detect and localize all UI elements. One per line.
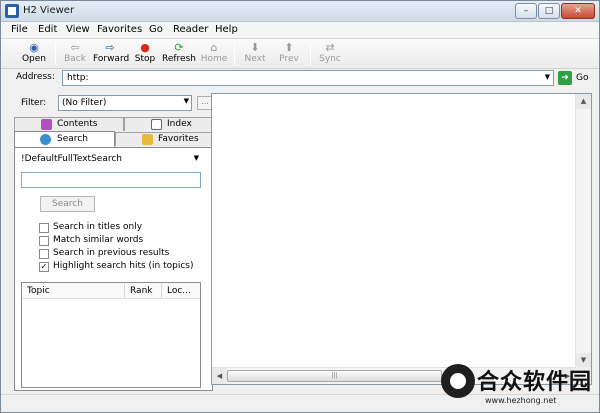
vertical-scrollbar[interactable]: ▲ ▼: [575, 94, 591, 368]
column-location[interactable]: Loc...: [167, 286, 191, 296]
watermark-url: www.hezhong.net: [485, 396, 557, 405]
filter-dropdown[interactable]: (No Filter) ▼: [58, 95, 192, 111]
filter-value: (No Filter): [62, 98, 107, 108]
up-arrow-icon: ⬆: [284, 41, 294, 54]
close-button[interactable]: ✕: [561, 3, 595, 19]
toolbar-separator: [55, 43, 56, 65]
page-icon: [151, 119, 162, 130]
search-type-value: !DefaultFullTextSearch: [21, 154, 123, 164]
refresh-icon: ⟳: [174, 41, 184, 54]
tab-favorites[interactable]: Favorites: [115, 132, 213, 146]
menu-view[interactable]: View: [66, 24, 90, 35]
search-results-list[interactable]: Topic Rank Loc...: [21, 282, 201, 388]
search-panel: !DefaultFullTextSearch ▼ Search Search i…: [14, 147, 213, 391]
results-header: Topic Rank Loc...: [22, 283, 200, 299]
chevron-down-icon: ▼: [193, 154, 199, 162]
column-rank[interactable]: Rank: [130, 286, 153, 296]
column-divider: [161, 284, 162, 298]
open-button[interactable]: ◉ Open: [17, 41, 51, 68]
checkbox[interactable]: [39, 249, 49, 259]
window-title: H2 Viewer: [23, 5, 75, 16]
menu-edit[interactable]: Edit: [38, 24, 57, 35]
forward-button[interactable]: ⇨ Forward: [93, 41, 129, 68]
home-icon: ⌂: [210, 41, 218, 54]
address-label: Address:: [16, 72, 55, 82]
book-icon: [41, 119, 52, 130]
next-button[interactable]: ⬇ Next: [238, 41, 272, 68]
menu-file[interactable]: File: [11, 24, 28, 35]
refresh-button[interactable]: ⟳ Refresh: [162, 41, 196, 68]
maximize-button[interactable]: □: [538, 3, 560, 19]
address-bar: Address: http: ▼ ➜ Go: [1, 69, 599, 87]
watermark: 合众软件园 www.hezhong.net: [441, 356, 599, 411]
tab-contents[interactable]: Contents: [14, 117, 124, 131]
watermark-text: 合众软件园: [477, 370, 593, 395]
prev-button[interactable]: ⬆ Prev: [272, 41, 306, 68]
chevron-down-icon[interactable]: ▼: [542, 71, 553, 84]
checkbox[interactable]: [39, 223, 49, 233]
menu-bar: File Edit View Favorites Go Reader Help: [1, 22, 599, 39]
scrollbar-thumb[interactable]: |||: [227, 370, 442, 382]
app-window: H2 Viewer – □ ✕ File Edit View Favorites…: [0, 0, 600, 413]
back-button[interactable]: ⇦ Back: [58, 41, 92, 68]
checkbox[interactable]: [39, 236, 49, 246]
tab-index[interactable]: Index: [124, 117, 213, 131]
back-arrow-icon: ⇦: [70, 41, 80, 54]
tab-search[interactable]: Search: [14, 131, 115, 147]
search-type-dropdown[interactable]: !DefaultFullTextSearch ▼: [21, 154, 201, 168]
search-button[interactable]: Search: [40, 196, 95, 212]
toolbar-separator: [310, 43, 311, 65]
toolbar: ◉ Open ⇦ Back ⇨ Forward ● Stop ⟳ Refresh…: [1, 39, 599, 69]
content-viewer[interactable]: ▲ ▼ ◀ ||| ▶: [211, 93, 592, 385]
down-arrow-icon: ⬇: [250, 41, 260, 54]
search-input[interactable]: [21, 172, 201, 188]
menu-favorites[interactable]: Favorites: [97, 24, 142, 35]
sync-icon: ⇄: [325, 41, 335, 54]
forward-arrow-icon: ⇨: [105, 41, 115, 54]
minimize-button[interactable]: –: [515, 3, 537, 19]
open-icon: ◉: [29, 41, 39, 54]
filter-label: Filter:: [21, 98, 47, 108]
column-divider: [124, 284, 125, 298]
folder-star-icon: [142, 134, 153, 145]
menu-reader[interactable]: Reader: [173, 24, 208, 35]
toolbar-separator: [234, 43, 235, 65]
stop-button[interactable]: ● Stop: [128, 41, 162, 68]
scroll-left-icon[interactable]: ◀: [212, 368, 227, 384]
checkbox-checked[interactable]: ✓: [39, 262, 49, 272]
watermark-logo-icon: [441, 364, 475, 398]
menu-go[interactable]: Go: [149, 24, 163, 35]
navigation-pane: Filter: (No Filter) ▼ ... Contents Index…: [11, 93, 213, 391]
menu-help[interactable]: Help: [215, 24, 238, 35]
scroll-up-icon[interactable]: ▲: [576, 94, 591, 109]
sync-button[interactable]: ⇄ Sync: [313, 41, 347, 68]
column-topic[interactable]: Topic: [27, 286, 50, 296]
stop-icon: ●: [140, 41, 150, 54]
title-bar: H2 Viewer – □ ✕: [1, 1, 599, 22]
chevron-down-icon: ▼: [183, 97, 189, 105]
go-arrow-icon: ➜: [558, 71, 572, 85]
home-button[interactable]: ⌂ Home: [197, 41, 231, 68]
address-input[interactable]: http:: [62, 70, 554, 86]
app-icon: [5, 4, 19, 18]
magnifier-icon: [40, 134, 51, 145]
go-button[interactable]: ➜ Go: [558, 70, 594, 86]
